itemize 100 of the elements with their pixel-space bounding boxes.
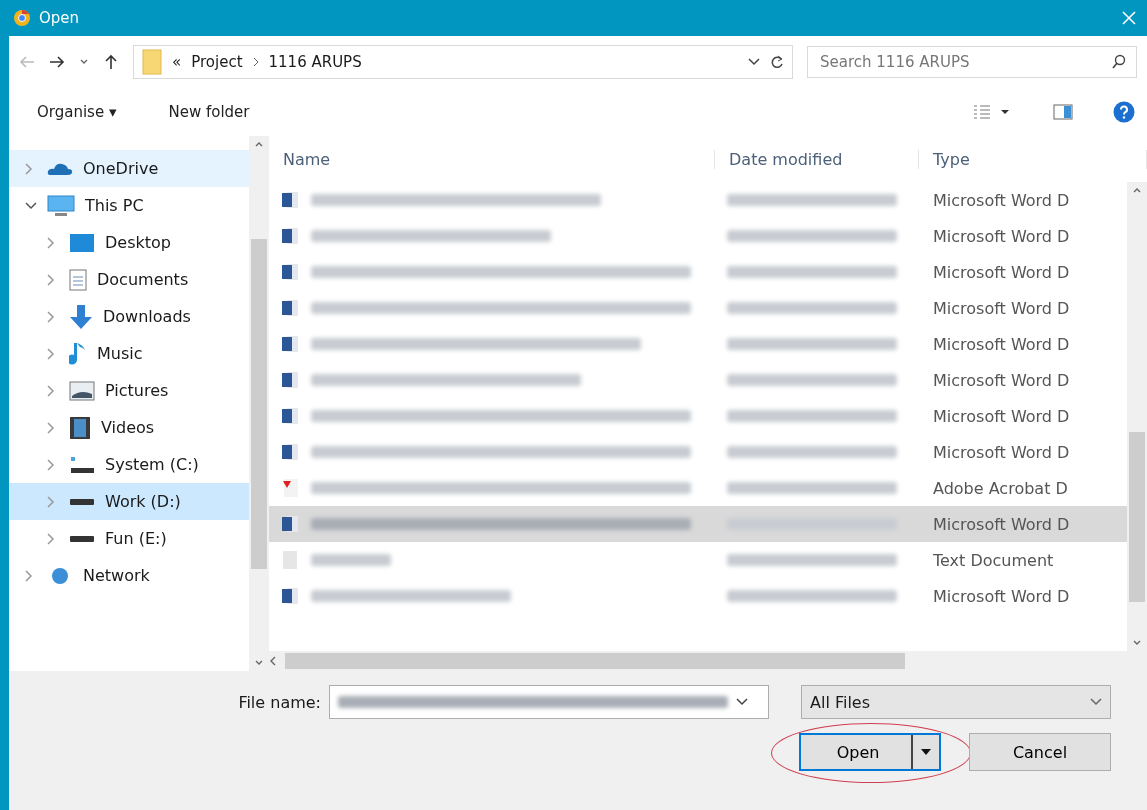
cancel-button[interactable]: Cancel (969, 733, 1111, 771)
browser-logo-icon (13, 9, 31, 27)
film-icon (69, 415, 91, 440)
chevron-right-icon (252, 57, 259, 67)
sidebar-item[interactable]: Music (9, 335, 249, 372)
chevron-right-icon[interactable] (47, 532, 55, 545)
chevron-down-icon[interactable] (79, 58, 89, 66)
sidebar-item[interactable]: Fun (E:) (9, 520, 249, 557)
word-document-icon (281, 298, 299, 318)
column-header[interactable]: Name (269, 149, 715, 169)
monitor-icon (47, 194, 75, 217)
sidebar-item[interactable]: Pictures (9, 372, 249, 409)
music-note-icon (69, 341, 87, 366)
word-document-icon (281, 334, 299, 354)
file-row[interactable]: Microsoft Word D (269, 218, 1127, 254)
search-icon[interactable] (1111, 54, 1127, 70)
sidebar-label: Documents (97, 270, 189, 289)
chevron-right-icon[interactable] (47, 273, 55, 286)
scrollbar[interactable] (249, 136, 269, 671)
file-row[interactable]: Adobe Acrobat D (269, 470, 1127, 506)
file-name-field[interactable] (329, 685, 769, 719)
window-title: Open (39, 9, 81, 27)
chevron-right-icon[interactable] (47, 384, 55, 397)
scrollbar[interactable] (1127, 182, 1147, 651)
sidebar-item[interactable]: This PC (9, 187, 249, 224)
word-document-icon (281, 406, 299, 426)
file-row[interactable]: Microsoft Word D (269, 182, 1127, 218)
file-row[interactable]: Microsoft Word D (269, 254, 1127, 290)
sidebar-item[interactable]: System (C:) (9, 446, 249, 483)
column-header[interactable]: Type (919, 149, 1147, 169)
path-prefix[interactable]: « (172, 53, 182, 71)
word-document-icon (281, 370, 299, 390)
word-document-icon (281, 442, 299, 462)
sidebar-label: Fun (E:) (105, 529, 167, 548)
chevron-right-icon[interactable] (47, 310, 55, 323)
word-document-icon (281, 514, 299, 534)
chevron-up-icon[interactable] (1132, 186, 1142, 194)
sidebar-item[interactable]: Desktop (9, 224, 249, 261)
sidebar-item[interactable]: Documents (9, 261, 249, 298)
organise-button[interactable]: Organise ▾ (31, 99, 123, 125)
column-header[interactable]: Date modified (715, 149, 919, 169)
address-bar[interactable]: « Project 1116 ARUPS (133, 45, 793, 79)
sidebar-item[interactable]: Videos (9, 409, 249, 446)
sidebar-label: Music (97, 344, 143, 363)
text-file-icon (281, 550, 299, 570)
up-arrow-icon[interactable] (103, 54, 119, 70)
table-cell-text: Microsoft Word D (932, 226, 1071, 246)
down-arrow-icon (69, 303, 93, 330)
chevron-right-icon[interactable] (25, 569, 33, 582)
chevron-down-icon (1090, 698, 1102, 706)
drive-icon (69, 534, 95, 543)
file-row[interactable]: Microsoft Word D (269, 362, 1127, 398)
file-row[interactable]: Microsoft Word D (269, 578, 1127, 614)
chevron-right-icon[interactable] (47, 495, 55, 508)
table-cell-text: Microsoft Word D (932, 586, 1071, 606)
chevron-right-icon[interactable] (47, 458, 55, 471)
chevron-right-icon[interactable] (25, 162, 33, 175)
sidebar-item[interactable]: OneDrive (9, 150, 249, 187)
word-document-icon (281, 190, 299, 210)
chevron-left-icon[interactable] (269, 656, 277, 666)
chevron-down-icon[interactable] (1132, 639, 1142, 647)
scrollbar[interactable] (269, 651, 1147, 671)
chevron-up-icon[interactable] (254, 140, 264, 148)
drive-icon (69, 455, 95, 474)
file-row[interactable]: Microsoft Word D (269, 434, 1127, 470)
open-button[interactable]: Open (799, 733, 941, 771)
word-document-icon (281, 262, 299, 282)
table-cell-text: Microsoft Word D (932, 190, 1071, 210)
file-row[interactable]: Microsoft Word D (269, 326, 1127, 362)
chevron-down-icon[interactable] (254, 659, 264, 667)
document-icon (69, 268, 87, 291)
chevron-right-icon[interactable] (47, 421, 55, 434)
chevron-down-icon[interactable] (25, 201, 37, 210)
refresh-icon[interactable] (770, 54, 784, 70)
file-row[interactable]: Microsoft Word D (269, 290, 1127, 326)
search-field[interactable]: Search 1116 ARUPS (807, 46, 1137, 78)
preview-pane-icon[interactable] (1053, 104, 1073, 120)
breadcrumb[interactable]: Project (191, 53, 243, 71)
chevron-right-icon[interactable] (47, 347, 55, 360)
sidebar-item[interactable]: Network (9, 557, 249, 594)
file-name-label: File name: (238, 692, 321, 712)
chevron-down-icon[interactable] (748, 58, 760, 66)
breadcrumb[interactable]: 1116 ARUPS (268, 53, 362, 71)
forward-arrow-icon[interactable] (49, 54, 65, 70)
pdf-icon (281, 478, 299, 498)
file-row[interactable]: Text Document (269, 542, 1127, 578)
chevron-right-icon[interactable] (47, 236, 55, 249)
back-arrow-icon[interactable] (19, 54, 35, 70)
close-icon[interactable] (1121, 10, 1137, 26)
file-row[interactable]: Microsoft Word D (269, 398, 1127, 434)
file-type-dropdown[interactable]: All Files (801, 685, 1111, 719)
chevron-down-icon[interactable] (736, 698, 748, 706)
new-folder-button[interactable]: New folder (162, 99, 256, 125)
sidebar-label: System (C:) (105, 455, 199, 474)
help-icon[interactable] (1113, 101, 1135, 123)
sidebar-item[interactable]: Work (D:) (9, 483, 249, 520)
word-document-icon (281, 586, 299, 606)
table-cell-text: Microsoft Word D (932, 442, 1071, 462)
file-row[interactable]: Microsoft Word D (269, 506, 1127, 542)
sidebar-item[interactable]: Downloads (9, 298, 249, 335)
